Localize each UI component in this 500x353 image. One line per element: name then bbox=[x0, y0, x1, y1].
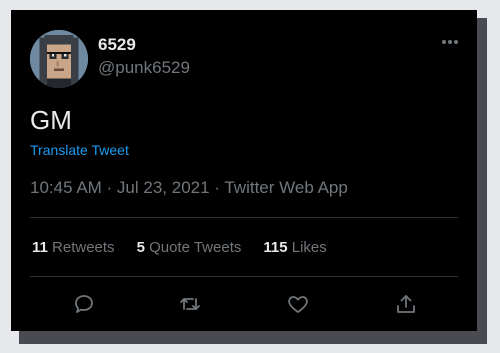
divider-top bbox=[30, 217, 458, 218]
translate-tweet-link[interactable]: Translate Tweet bbox=[30, 142, 129, 158]
more-options-button[interactable] bbox=[439, 32, 461, 52]
user-avatar[interactable] bbox=[30, 30, 88, 88]
share-icon bbox=[397, 295, 415, 313]
retweets-stat[interactable]: 11 Retweets bbox=[32, 239, 115, 256]
more-options-icon bbox=[442, 40, 458, 44]
reply-button[interactable] bbox=[72, 292, 96, 316]
user-handle[interactable]: @punk6529 bbox=[98, 58, 190, 78]
divider-bottom bbox=[30, 276, 458, 277]
like-icon bbox=[288, 296, 308, 313]
tweet-stats: 11 Retweets 5 Quote Tweets 115 Likes bbox=[32, 239, 327, 256]
tweet-text: GM bbox=[30, 105, 72, 135]
retweet-icon bbox=[180, 298, 200, 310]
share-button[interactable] bbox=[394, 292, 418, 316]
tweet-card: 6529 @punk6529 GM Translate Tweet 10:45 … bbox=[11, 10, 477, 331]
retweets-count: 11 bbox=[32, 239, 48, 256]
tweet-timestamp[interactable]: 10:45 AM · Jul 23, 2021 · Twitter Web Ap… bbox=[30, 178, 348, 198]
retweet-button[interactable] bbox=[178, 292, 202, 316]
pixel-punk-avatar-icon bbox=[30, 30, 88, 88]
like-button[interactable] bbox=[286, 292, 310, 316]
display-name[interactable]: 6529 bbox=[98, 35, 136, 55]
likes-stat[interactable]: 115 Likes bbox=[263, 239, 326, 256]
quote-tweets-stat[interactable]: 5 Quote Tweets bbox=[137, 239, 242, 256]
retweets-label: Retweets bbox=[52, 239, 115, 256]
quote-tweets-count: 5 bbox=[136, 239, 145, 256]
screenshot-stage: 6529 @punk6529 GM Translate Tweet 10:45 … bbox=[0, 0, 500, 353]
quote-tweets-label: Quote Tweets bbox=[149, 239, 242, 256]
likes-count: 115 bbox=[263, 239, 288, 256]
likes-label: Likes bbox=[291, 239, 327, 256]
tweet-actions-bar bbox=[11, 292, 477, 316]
reply-icon bbox=[75, 295, 93, 313]
